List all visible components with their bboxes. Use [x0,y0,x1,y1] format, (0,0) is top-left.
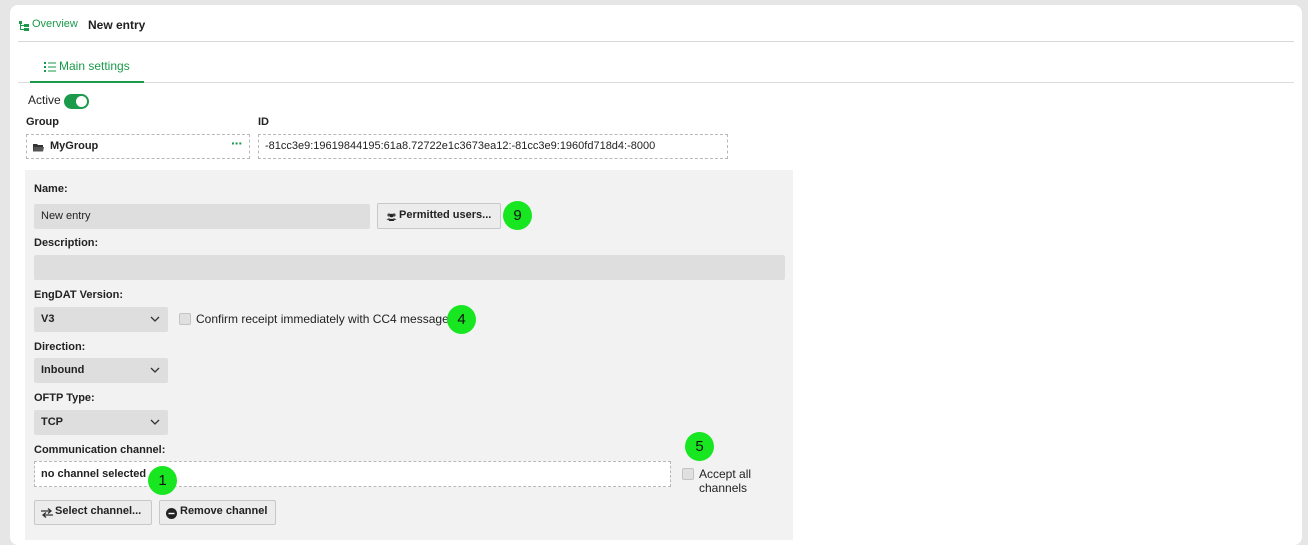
chevron-down-icon [150,367,160,373]
breadcrumb-overview-link[interactable]: Overview [32,18,78,30]
chevron-down-icon [150,316,160,322]
engdat-version-label: EngDAT Version: [34,289,124,301]
tab-main-settings[interactable]: Main settings [30,52,144,83]
active-toggle[interactable] [64,94,89,109]
remove-channel-label: Remove channel [180,505,268,517]
breadcrumb-current: New entry [88,18,146,32]
cc4-label: Confirm receipt immediately with CC4 mes… [196,312,449,326]
remove-channel-button[interactable]: Remove channel [159,500,276,525]
list-icon [44,62,56,72]
minus-circle-icon [166,508,177,519]
id-field[interactable]: -81cc3e9:19619844195:61a8.72722e1c3673ea… [258,134,728,159]
permitted-users-label: Permitted users... [399,209,492,221]
communication-channel-label: Communication channel: [34,444,166,456]
folder-icon [33,144,44,152]
tree-icon [19,21,29,31]
group-more-button[interactable]: ··· [231,135,243,151]
select-channel-label: Select channel... [55,505,142,517]
description-label: Description: [34,237,99,249]
annotation-marker-1: 1 [148,466,177,495]
name-label: Name: [34,183,68,195]
communication-channel-value: no channel selected [41,468,147,480]
tab-label: Main settings [59,59,130,73]
direction-label: Direction: [34,341,86,353]
description-input[interactable] [34,255,785,280]
tab-bar-divider [18,82,1294,83]
active-label: Active [28,93,61,107]
engdat-version-value: V3 [41,313,55,325]
group-label: Group [26,116,59,128]
name-value: New entry [41,210,91,222]
accept-all-channels-checkbox[interactable] [682,468,694,480]
swap-arrows-icon [41,508,53,518]
id-value: -81cc3e9:19619844195:61a8.72722e1c3673ea… [265,140,656,152]
id-label: ID [258,116,269,128]
cc4-checkbox[interactable] [179,313,191,325]
annotation-marker-9: 9 [503,201,532,230]
group-field[interactable]: MyGroup ··· [26,134,250,159]
permitted-users-button[interactable]: Permitted users... [377,203,501,229]
name-input[interactable]: New entry [34,204,370,229]
oftp-type-select[interactable]: TCP [34,410,168,435]
direction-select[interactable]: Inbound [34,358,168,383]
divider [18,41,1294,42]
communication-channel-field[interactable]: no channel selected [34,461,671,487]
group-value: MyGroup [50,140,99,152]
users-icon [386,213,397,221]
engdat-version-select[interactable]: V3 [34,307,168,332]
accept-all-channels-label: Accept all channels [699,467,752,495]
annotation-marker-5: 5 [685,432,714,461]
annotation-marker-4: 4 [447,305,476,334]
chevron-down-icon [150,419,160,425]
select-channel-button[interactable]: Select channel... [34,500,152,525]
oftp-type-value: TCP [41,416,63,428]
toggle-knob [76,96,87,107]
active-tab-indicator [30,81,144,83]
oftp-type-label: OFTP Type: [34,392,95,404]
direction-value: Inbound [41,364,85,376]
